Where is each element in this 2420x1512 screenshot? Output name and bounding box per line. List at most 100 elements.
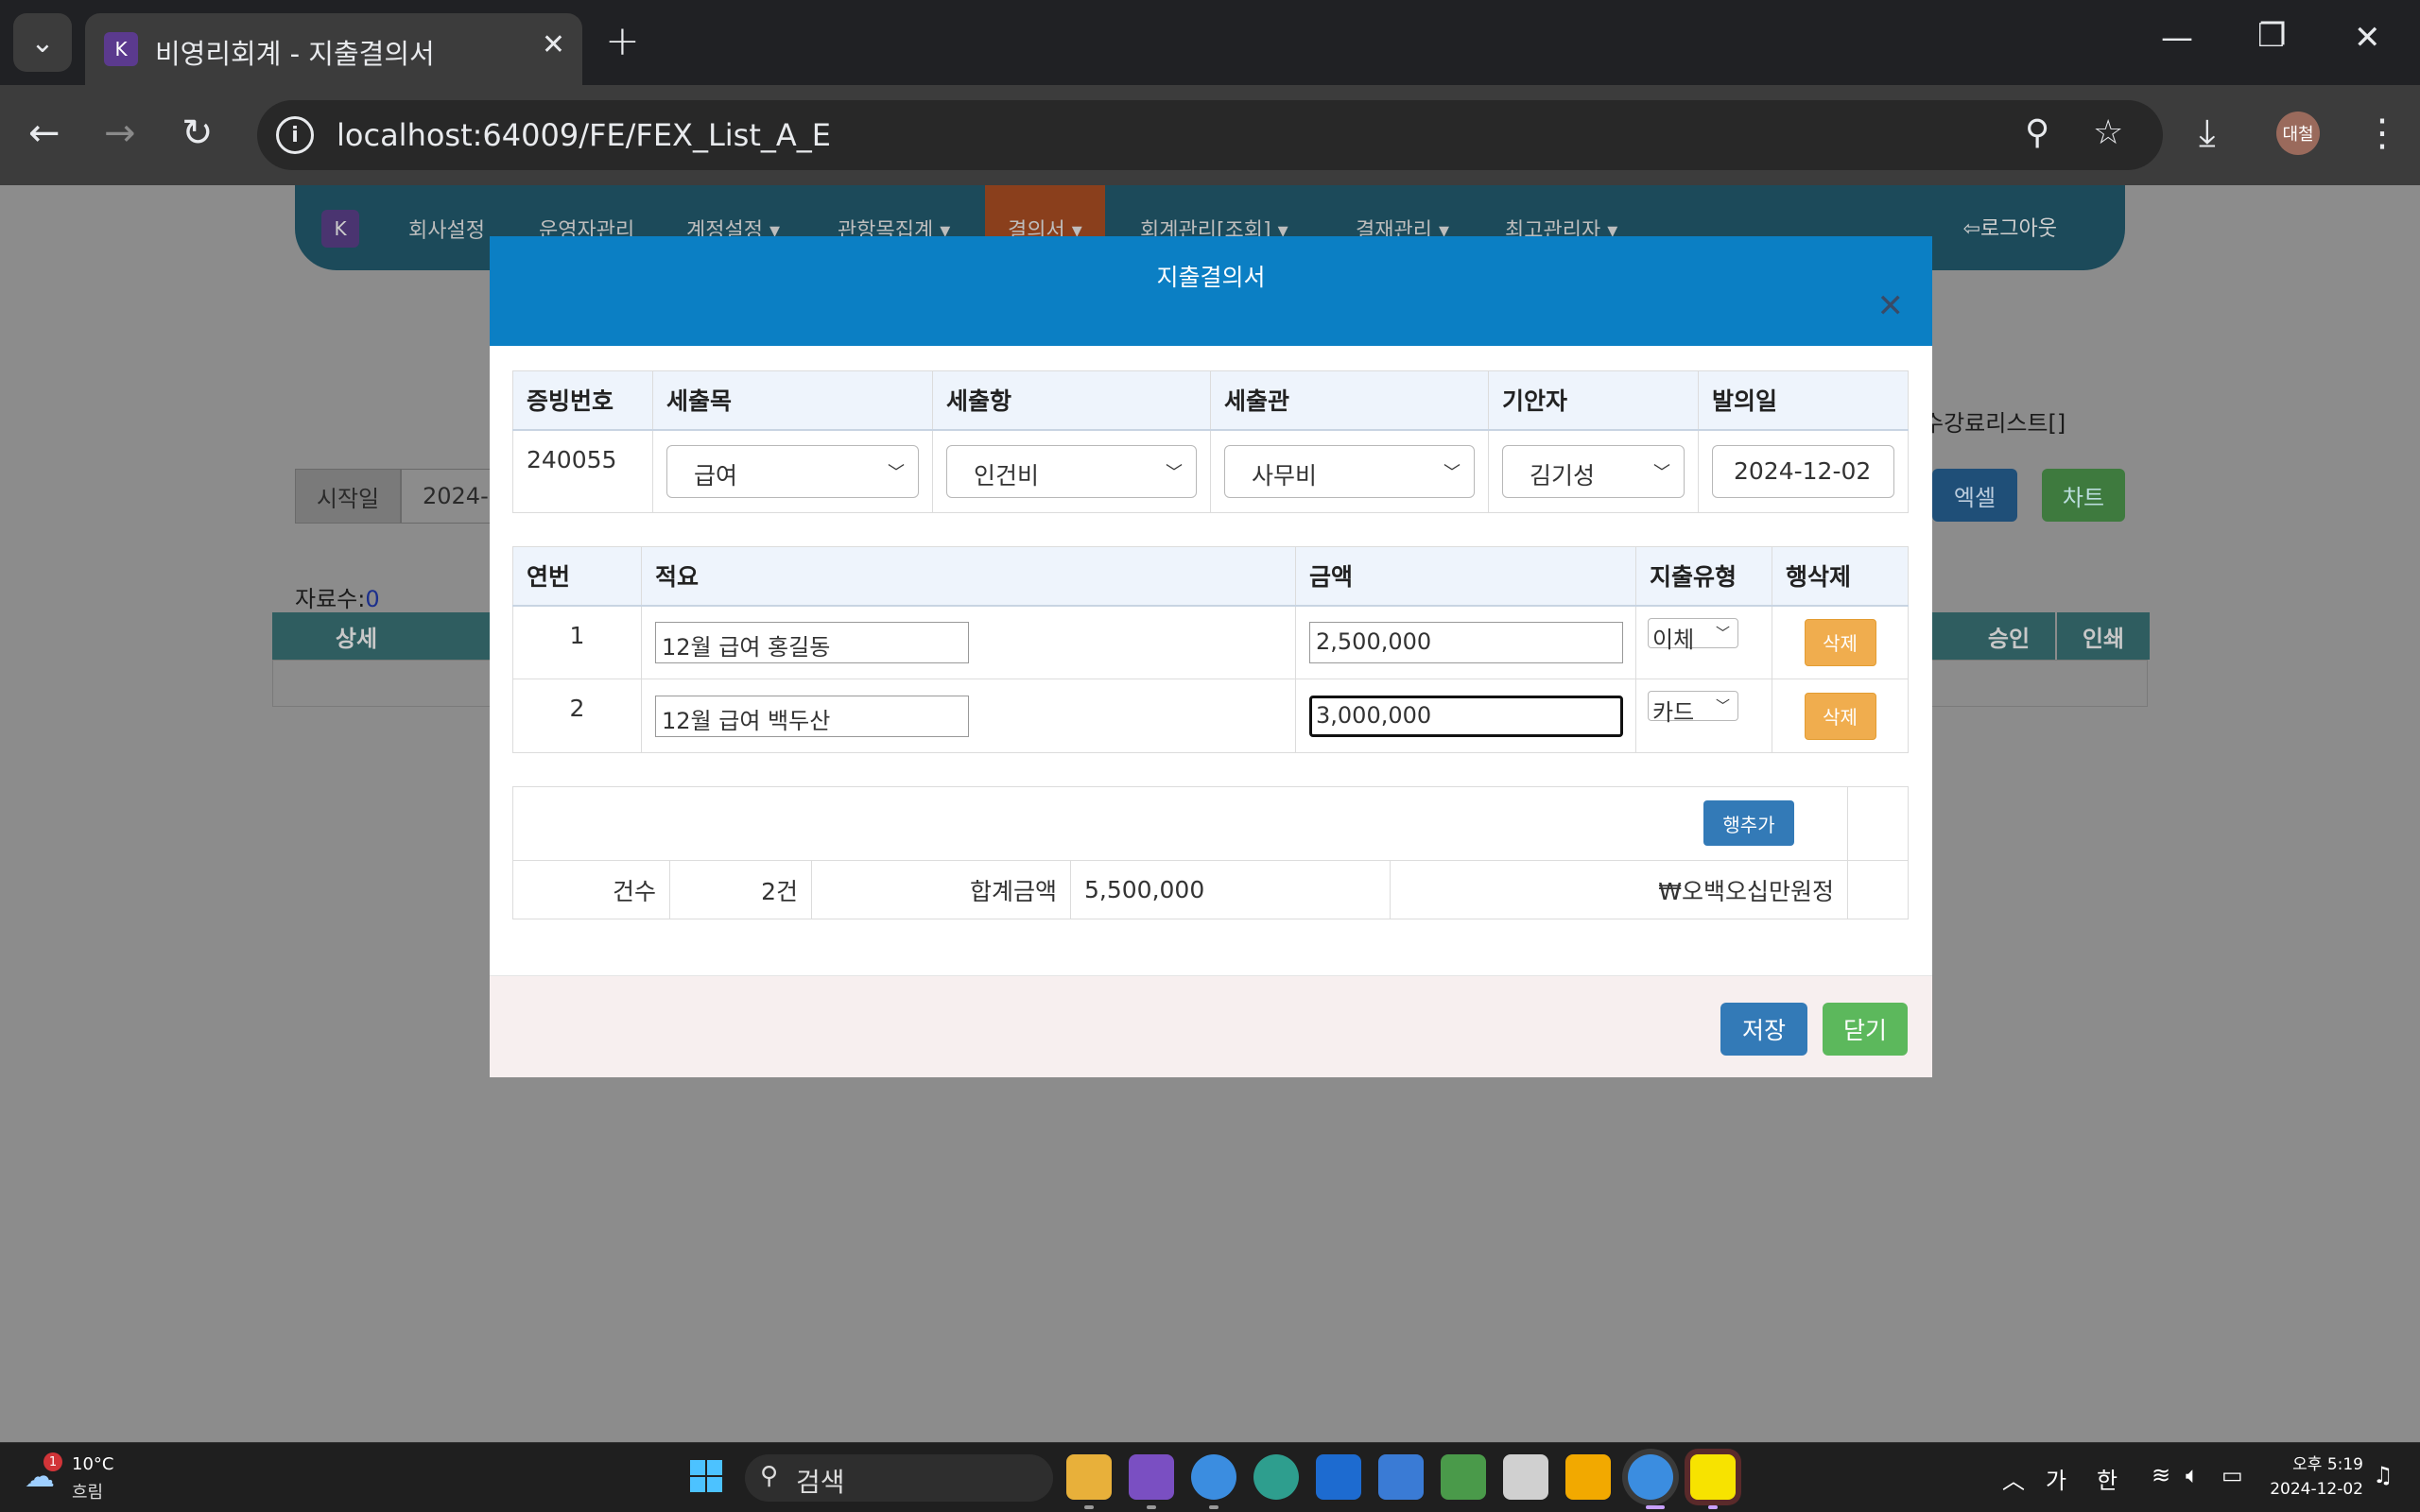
tab-search-chevron-icon[interactable]: ⌄ [13,13,72,72]
weather-badge: 1 [43,1452,62,1471]
drafter-value: 김기성 [1530,461,1596,490]
browser-tab-active[interactable]: K 비영리회계 - 지출결의서 ✕ [85,13,582,85]
se-gwan-value: 사무비 [1252,461,1318,490]
row-amount-cell: 2,500,000 [1295,605,1636,679]
col-type: 지출유형 [1635,546,1772,607]
add-row-button[interactable]: 행추가 [1703,800,1795,846]
excel-button[interactable]: 엑셀 [1932,469,2017,522]
total-value: 5,500,000 [1070,860,1391,919]
logout-label: 로그아웃 [1980,217,2057,241]
chart-button[interactable]: 차트 [2042,469,2125,522]
chevron-down-icon: ﹀ [1715,624,1730,642]
ime-hangul-label[interactable]: 가 [2046,1462,2066,1495]
forward-arrow-icon[interactable]: → [104,112,136,155]
back-arrow-icon[interactable]: ← [28,112,60,155]
delete-row-button[interactable]: 삭제 [1804,618,1876,666]
se-mok-value: 급여 [694,461,738,490]
site-info-icon[interactable]: i [276,116,314,154]
visual-studio-icon[interactable] [1129,1454,1174,1500]
desc-input[interactable]: 12월 급여 백두산 [655,695,969,737]
nav-item-resolution[interactable]: 결의서 ▾ [985,185,1105,243]
notification-bell-icon[interactable]: ♫ [2373,1462,2394,1488]
battery-icon[interactable]: ▭ [2221,1462,2243,1488]
desc-input[interactable]: 12월 급여 홍길동 [655,621,969,663]
windows-start-icon[interactable] [690,1460,724,1494]
clock-date: 2024-12-02 [2270,1480,2363,1499]
summary-table: 행추가 건수 2건 합계금액 5,500,000 ₩오백오십만원정 [511,786,1910,919]
row-amount-cell: 3,000,000 [1295,679,1636,753]
se-gwan-cell: 사무비 ﹀ [1210,429,1489,513]
save-button[interactable]: 저장 [1720,1003,1807,1056]
se-hang-select[interactable]: 인건비 ﹀ [946,444,1197,498]
chrome-icon[interactable] [1628,1454,1673,1500]
address-url[interactable]: localhost:64009/FE/FEX_List_A_E [337,117,831,153]
record-count: 자료수:0 [295,580,380,613]
kakaotalk-icon[interactable] [1690,1454,1736,1500]
chrome-profile-icon[interactable] [1191,1454,1236,1500]
app-logo-icon[interactable]: K [321,210,359,248]
modal-close-icon[interactable]: ✕ [1877,287,1905,325]
snipping-tool-icon[interactable] [1441,1454,1486,1500]
bookmark-star-icon[interactable]: ☆ [2093,113,2123,152]
download-icon[interactable]: ⤓ [2199,112,2216,155]
expense-modal: 지출결의서 ✕ 증빙번호 세출목 세출항 세출관 기안자 발의일 240055 … [490,236,1932,1077]
start-date-input[interactable]: 2024- [401,469,495,524]
more-menu-icon[interactable]: ⋮ [2363,112,2401,155]
type-select[interactable]: 이체 ﹀ [1648,617,1738,653]
cbs-app-icon[interactable] [1565,1454,1611,1500]
outlook-icon[interactable] [1316,1454,1361,1500]
col-evidence-no: 증빙번호 [512,370,653,431]
reload-icon[interactable]: ↻ [182,112,214,155]
modal-header: 지출결의서 ✕ [490,236,1932,346]
amount-input[interactable]: 2,500,000 [1309,621,1623,663]
date-input[interactable]: 2024-12-02 [1712,444,1894,498]
ime-mode-label[interactable]: 한 [2097,1462,2118,1495]
chevron-down-icon: ﹀ [1166,462,1183,483]
delete-row-button[interactable]: 삭제 [1804,692,1876,740]
weather-condition[interactable]: 흐림 [72,1479,103,1503]
drafter-select[interactable]: 김기성 ﹀ [1502,444,1685,498]
address-bar[interactable]: i localhost:64009/FE/FEX_List_A_E ⚲ ☆ [257,100,2163,170]
nav-item-company[interactable]: 회사설정 [408,214,485,244]
list-header-print: 인쇄 [2057,612,2150,660]
window-restore-icon[interactable]: ❐ [2257,17,2286,55]
row-desc-cell: 12월 급여 백두산 [641,679,1296,753]
clock[interactable]: 오후 5:19 2024-12-02 [2265,1452,2363,1502]
zoom-icon[interactable]: ⚲ [2025,113,2049,152]
row-type-cell: 카드 ﹀ [1635,679,1772,753]
row-delete-cell: 삭제 [1772,679,1909,753]
se-gwan-select[interactable]: 사무비 ﹀ [1224,444,1475,498]
taskbar-search[interactable]: ⚲ 검색 [745,1454,1053,1502]
se-hang-value: 인건비 [974,461,1040,490]
type-value: 카드 [1652,699,1695,726]
amount-input-focused[interactable]: 3,000,000 [1309,695,1623,737]
window-minimize-icon[interactable]: — [2161,19,2193,57]
summary-filler-cell [1847,786,1910,861]
summary-filler-cell [1847,860,1910,919]
tab-title: 비영리회계 - 지출결의서 [155,38,435,70]
volume-icon[interactable]: 🔈︎ [2186,1462,2199,1488]
se-mok-select[interactable]: 급여 ﹀ [666,444,919,498]
type-select[interactable]: 카드 ﹀ [1648,691,1738,726]
close-button[interactable]: 닫기 [1823,1003,1908,1056]
list-header-detail: 상세 [272,612,441,660]
col-se-mok: 세출목 [652,370,933,431]
start-date-label: 시작일 [295,469,401,524]
notepad-icon[interactable] [1378,1454,1424,1500]
window-close-icon[interactable]: ✕ [2354,19,2381,57]
tab-close-icon[interactable]: ✕ [542,28,565,61]
logout-link[interactable]: ⇦로그아웃 [1963,212,2057,242]
document-viewer-icon[interactable] [1503,1454,1548,1500]
new-tab-icon[interactable]: + [605,17,640,65]
profile-avatar[interactable]: 대철 [2276,112,2320,155]
windows-taskbar: ☁ 1 10°C 흐림 ⚲ 검색 ︿ 가 한 ≋ 🔈︎ ▭ 오후 5:19 20… [0,1442,2420,1512]
edge-icon[interactable] [1253,1454,1299,1500]
col-se-hang: 세출항 [932,370,1211,431]
wifi-icon[interactable]: ≋ [2152,1462,2170,1488]
file-explorer-icon[interactable] [1066,1454,1112,1500]
count-label: 건수 [512,860,670,919]
tuition-list-link[interactable]: 수강료리스트[] [1923,404,2066,438]
tray-chevron-up-icon[interactable]: ︿ [2002,1462,2025,1495]
browser-toolbar: ← → ↻ i localhost:64009/FE/FEX_List_A_E … [0,85,2420,185]
weather-temp[interactable]: 10°C [72,1454,113,1474]
